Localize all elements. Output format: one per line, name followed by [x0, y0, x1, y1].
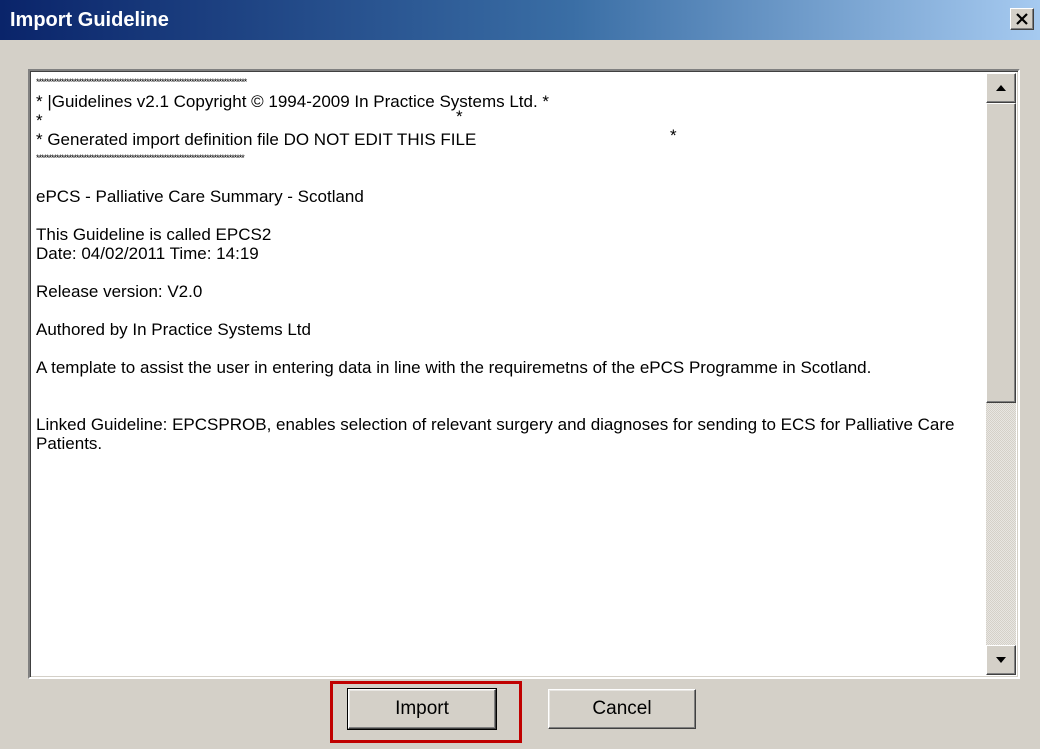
arrow-up-icon — [996, 85, 1006, 91]
guideline-title-line: ePCS - Palliative Care Summary - Scotlan… — [36, 187, 364, 206]
import-guideline-dialog: Import Guideline ***********************… — [0, 0, 1040, 749]
dialog-body: ****************************************… — [0, 40, 1040, 749]
import-button[interactable]: Import — [347, 688, 497, 730]
vertical-scrollbar[interactable] — [986, 73, 1016, 675]
cancel-button[interactable]: Cancel — [548, 689, 696, 729]
release-version-line: Release version: V2.0 — [36, 282, 203, 301]
window-title: Import Guideline — [10, 9, 169, 31]
generated-warning-line: * Generated import definition file DO NO… — [36, 126, 976, 149]
template-description: A template to assist the user in enterin… — [36, 358, 872, 377]
arrow-down-icon — [996, 657, 1006, 663]
linked-guideline-description: Linked Guideline: EPCSPROB, enables sele… — [36, 415, 955, 453]
asterisk-line: * * — [36, 107, 976, 130]
title-bar[interactable]: Import Guideline — [0, 0, 1040, 40]
close-button[interactable] — [1010, 8, 1034, 30]
generated-warning-asterisk: * — [670, 126, 677, 145]
guideline-date-line: Date: 04/02/2011 Time: 14:19 — [36, 244, 259, 263]
guideline-name-line: This Guideline is called EPCS2 — [36, 225, 272, 244]
copyright-line: * |Guidelines v2.1 Copyright © 1994-2009… — [36, 92, 550, 111]
asterisk-right: * — [456, 107, 463, 126]
scroll-down-button[interactable] — [986, 645, 1016, 675]
asterisk-left: * — [36, 111, 43, 130]
scroll-up-button[interactable] — [986, 73, 1016, 103]
generated-warning-text: * Generated import definition file DO NO… — [36, 130, 477, 149]
author-line: Authored by In Practice Systems Ltd — [36, 320, 311, 339]
guideline-text-box[interactable]: ****************************************… — [28, 69, 1020, 679]
scroll-thumb[interactable] — [986, 103, 1016, 403]
star-separator-bottom: ****************************************… — [36, 153, 245, 163]
close-icon — [1016, 13, 1028, 25]
guideline-text-content: ****************************************… — [36, 73, 976, 673]
star-separator-top: ****************************************… — [36, 77, 247, 87]
